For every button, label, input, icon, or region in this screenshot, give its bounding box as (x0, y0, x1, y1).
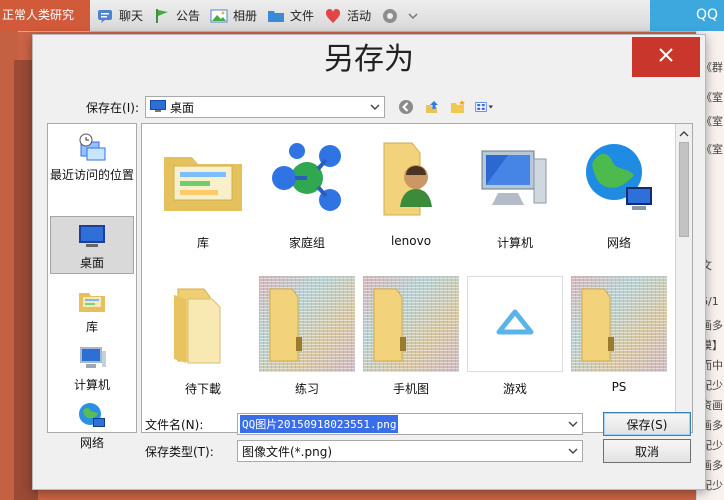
desktop-icon (75, 220, 109, 252)
user-folder-icon (363, 130, 459, 226)
file-list: 库 家庭组 lenovo 计算机 网络 待下載 练习 手机图 游戏 PS (141, 123, 693, 433)
filename-input[interactable]: QQ图片20150918023551.png (237, 413, 583, 435)
flag-icon (153, 7, 171, 25)
network-icon (571, 130, 667, 226)
settings-circle-icon (381, 7, 399, 25)
place-libraries[interactable]: 库 (50, 284, 134, 335)
file-name: 库 (196, 236, 209, 250)
file-item[interactable]: 家庭组 (258, 130, 356, 251)
album-icon (210, 7, 228, 25)
location-text: 桌面 (170, 100, 195, 115)
game-shortcut-icon (467, 276, 563, 372)
file-name: 手机图 (392, 382, 429, 396)
navigation-tools (397, 98, 493, 116)
save-in-row: 保存在(I): 桌面 (47, 95, 697, 119)
folder-icon (267, 7, 285, 25)
vertical-scrollbar[interactable] (675, 124, 692, 432)
tab-announcement[interactable]: 公告 (153, 7, 200, 25)
file-name: 计算机 (496, 236, 533, 250)
place-computer-label: 计算机 (73, 378, 110, 392)
file-item[interactable]: 待下載 (154, 276, 252, 397)
file-item[interactable]: 练习 (258, 276, 356, 397)
file-type-value: 图像文件(*.png) (242, 444, 333, 459)
chevron-down-icon (404, 7, 422, 25)
file-item[interactable]: 游戏 (466, 276, 564, 397)
tab-album-label: 相册 (233, 9, 258, 23)
file-name: 待下載 (184, 382, 221, 396)
file-name: 游戏 (502, 382, 527, 396)
homegroup-icon (259, 130, 355, 226)
save-button[interactable]: 保存(S) (603, 412, 691, 436)
scroll-up-icon[interactable] (676, 126, 692, 142)
computer-icon (75, 342, 109, 374)
tab-chat-label: 聊天 (119, 9, 144, 23)
scroll-thumb[interactable] (679, 142, 689, 237)
app-tabs: 聊天 公告 相册 文件 活动 (96, 0, 422, 31)
tab-files-label: 文件 (290, 9, 315, 23)
place-network[interactable]: 网络 (50, 400, 134, 451)
folder-icon (155, 276, 251, 372)
tab-files[interactable]: 文件 (267, 7, 314, 25)
location-select[interactable]: 桌面 (145, 96, 385, 118)
libraries-icon (75, 284, 109, 316)
file-name: 网络 (606, 236, 631, 250)
image-folder-icon (363, 276, 459, 372)
close-button[interactable] (632, 37, 700, 77)
file-type-label: 保存类型(T): (145, 444, 214, 459)
desktop-small-icon (150, 99, 166, 115)
file-name: 练习 (294, 382, 319, 396)
place-desktop[interactable]: 桌面 (50, 216, 134, 274)
file-item[interactable]: lenovo (362, 130, 460, 248)
image-folder-icon (571, 276, 667, 372)
tab-album[interactable]: 相册 (210, 7, 257, 25)
save-as-dialog: 另存为 保存在(I): 桌面 最近访问的位置 桌面 库 计算机 网络 库 家庭组… (32, 34, 706, 490)
image-folder-icon (259, 276, 355, 372)
cancel-button[interactable]: 取消 (603, 439, 691, 463)
tab-activity-label: 活动 (347, 9, 372, 23)
recent-places-icon (75, 132, 109, 164)
qq-badge: QQ (650, 0, 724, 31)
libraries-icon (155, 130, 251, 226)
up-folder-icon[interactable] (423, 98, 441, 116)
chevron-down-icon[interactable] (564, 414, 582, 434)
file-item[interactable]: 计算机 (466, 130, 564, 251)
file-name: 家庭组 (288, 236, 325, 250)
file-item[interactable]: PS (570, 276, 668, 394)
tab-announcement-label: 公告 (176, 9, 201, 23)
file-item[interactable]: 库 (154, 130, 252, 251)
network-icon (75, 400, 109, 432)
place-recent-label: 最近访问的位置 (50, 168, 135, 182)
dialog-header: 另存为 (33, 35, 705, 85)
dialog-title: 另存为 (324, 42, 414, 77)
activity-icon (324, 7, 342, 25)
tab-more[interactable] (381, 7, 422, 25)
filename-label: 文件名(N): (145, 417, 204, 432)
computer-icon (467, 130, 563, 226)
tab-activity[interactable]: 活动 (324, 7, 371, 25)
chevron-down-icon (564, 441, 582, 461)
chevron-down-icon (366, 97, 384, 117)
file-type-select[interactable]: 图像文件(*.png) (237, 440, 583, 462)
tab-chat[interactable]: 聊天 (96, 7, 143, 25)
close-icon (658, 47, 674, 67)
group-title: 正常人类研究 (0, 0, 90, 31)
back-icon[interactable] (397, 98, 415, 116)
place-desktop-label: 桌面 (79, 255, 104, 270)
new-folder-icon[interactable] (449, 98, 467, 116)
file-name: PS (611, 380, 627, 394)
place-recent[interactable]: 最近访问的位置 (50, 132, 134, 183)
save-in-label: 保存在(I): (86, 100, 139, 115)
places-bar: 最近访问的位置 桌面 库 计算机 网络 (47, 123, 137, 450)
app-topbar: 正常人类研究 聊天 公告 相册 文件 活动 QQ (0, 0, 724, 32)
view-menu-icon[interactable] (475, 98, 493, 116)
place-computer[interactable]: 计算机 (50, 342, 134, 393)
filename-value: QQ图片20150918023551.png (240, 415, 399, 433)
place-libraries-label: 库 (85, 320, 98, 334)
file-item[interactable]: 手机图 (362, 276, 460, 397)
location-value: 桌面 (146, 99, 194, 116)
chat-icon (96, 7, 114, 25)
file-item[interactable]: 网络 (570, 130, 668, 251)
file-name: lenovo (390, 234, 432, 248)
place-network-label: 网络 (79, 436, 104, 450)
